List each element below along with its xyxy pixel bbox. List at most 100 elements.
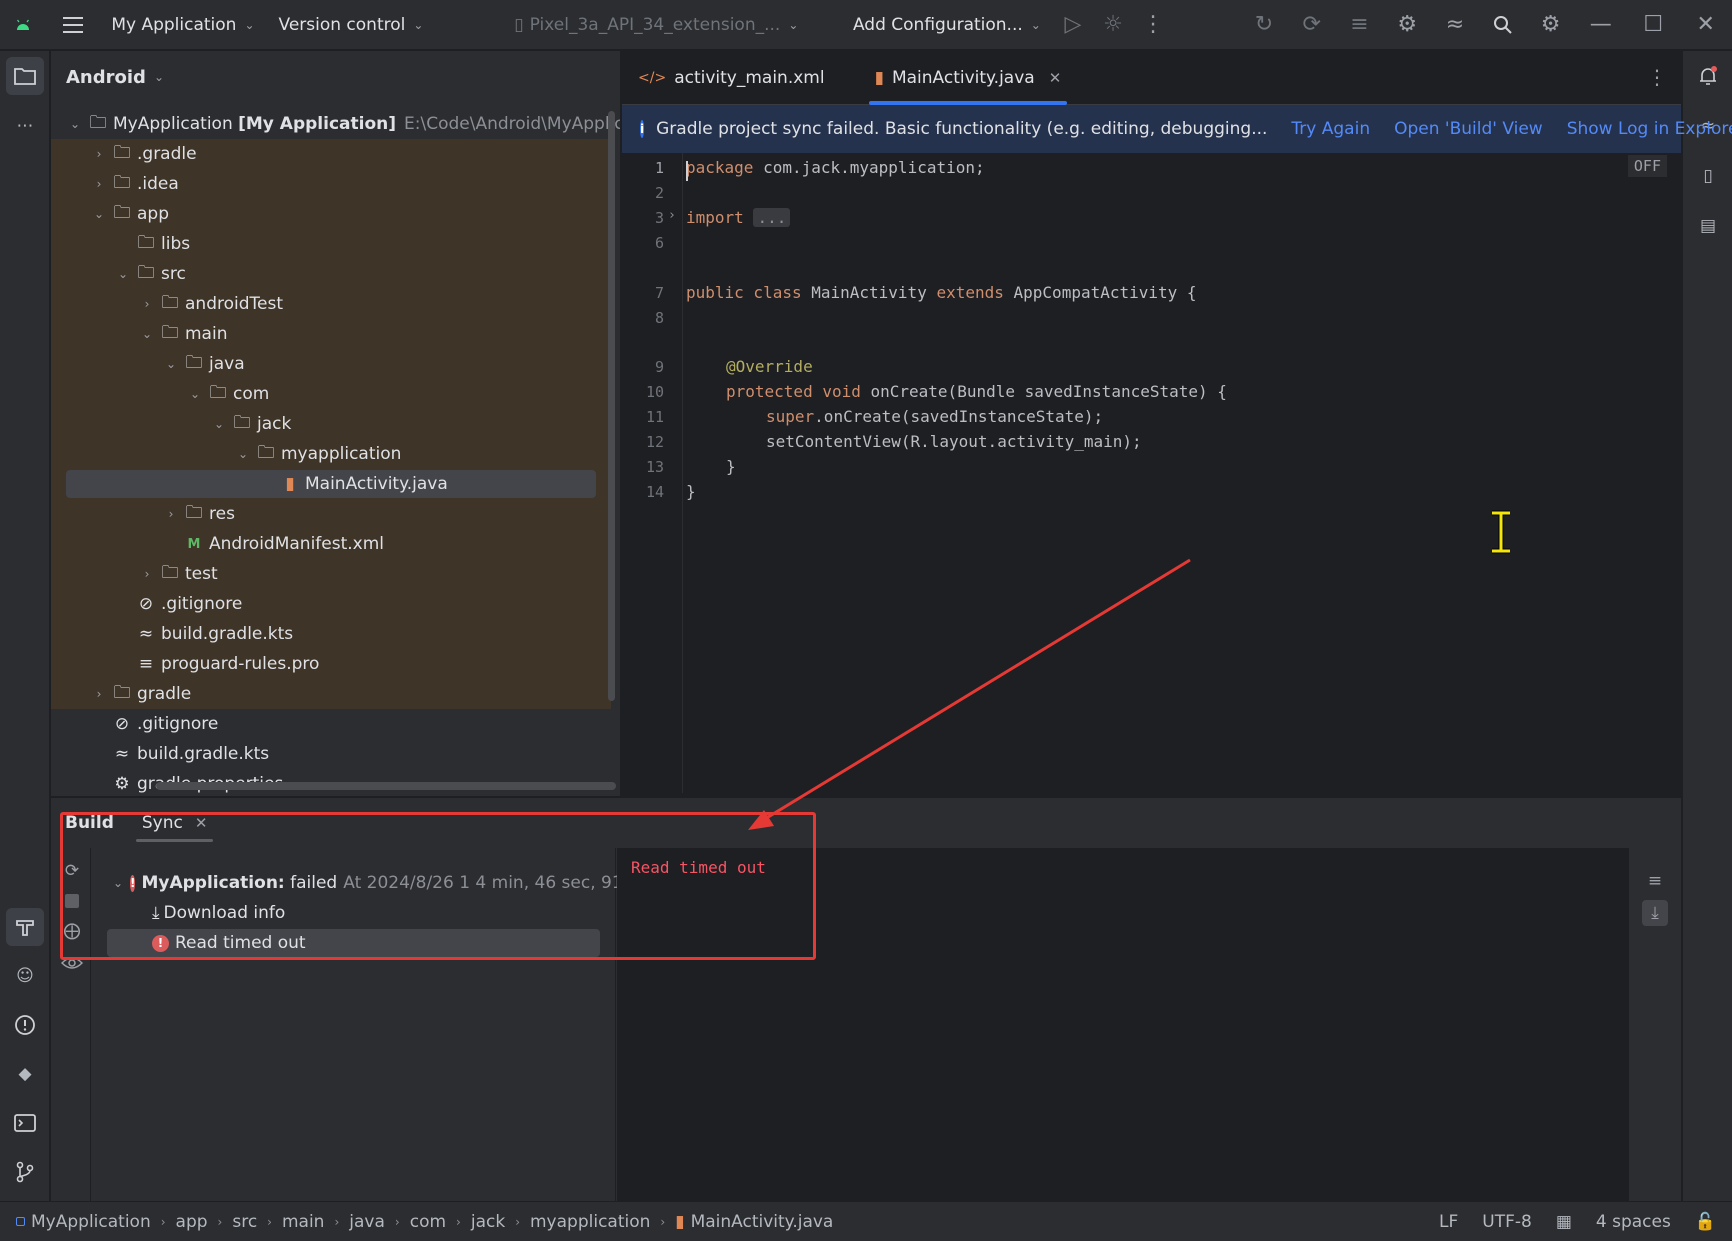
search-icon[interactable]: [1479, 0, 1527, 50]
build-tree-root[interactable]: ⌄ ! MyApplication: failed At 2024/8/26 1…: [92, 868, 664, 898]
open-build-view-link[interactable]: Open 'Build' View: [1394, 119, 1543, 139]
more-actions-icon[interactable]: ⋮: [1133, 0, 1173, 50]
tree-node[interactable]: ⌄ 🗀 app: [51, 199, 611, 229]
run-icon[interactable]: ▷: [1053, 0, 1093, 50]
tree-node[interactable]: › 🗀 androidTest: [51, 289, 611, 319]
lock-icon[interactable]: 🔓: [1695, 1212, 1716, 1232]
breadcrumb-item[interactable]: src: [232, 1212, 257, 1232]
breadcrumb-item[interactable]: MyApplication: [31, 1212, 151, 1232]
tree-node[interactable]: ≈ build.gradle.kts: [51, 739, 611, 769]
code-editor[interactable]: OFF 1 2 3 › 6 7 8 9 10 11 12 13 14 packa…: [622, 153, 1681, 793]
tree-node[interactable]: ⌄ 🗀 src: [51, 259, 611, 289]
breadcrumb-item[interactable]: jack: [471, 1212, 505, 1232]
line-separator-indicator[interactable]: LF: [1439, 1212, 1458, 1232]
module-square-icon: [16, 1217, 25, 1226]
chevron-right-icon: ›: [168, 507, 174, 521]
attach-debugger-icon[interactable]: ⚙: [1383, 0, 1431, 50]
build-hammer-icon[interactable]: [6, 908, 44, 946]
chevron-right-icon: ›: [96, 147, 102, 161]
indent-indicator[interactable]: 4 spaces: [1596, 1212, 1671, 1232]
problems-icon[interactable]: [6, 1006, 44, 1044]
folder-icon: 🗀: [257, 442, 275, 463]
git-branch-icon[interactable]: [6, 1153, 44, 1191]
chevron-right-icon: ›: [217, 1214, 223, 1229]
gradle-sync-icon[interactable]: ≈: [1431, 0, 1479, 50]
build-tree-item[interactable]: ⤓ Download info: [92, 898, 616, 928]
encoding-indicator[interactable]: UTF-8: [1482, 1212, 1532, 1232]
tree-node[interactable]: › 🗀 res: [51, 499, 611, 529]
project-folder-icon[interactable]: [6, 57, 44, 95]
tree-node[interactable]: ⌄ 🗀 main: [51, 319, 611, 349]
more-tool-windows-icon[interactable]: ⋯: [6, 107, 44, 145]
tree-node[interactable]: › 🗀 .gradle: [51, 139, 611, 169]
build-output-console[interactable]: Read timed out: [617, 848, 1629, 1202]
tree-node[interactable]: ⌄ 🗀 jack: [51, 409, 611, 439]
code-line: setContentView(R.layout.activity_main);: [766, 432, 1142, 451]
close-tab-icon[interactable]: ✕: [1049, 69, 1062, 87]
breadcrumb-item[interactable]: myapplication: [530, 1212, 650, 1232]
tree-node[interactable]: ⊘ .gitignore: [51, 709, 611, 739]
tab-mainactivity-java[interactable]: ▮ MainActivity.java ✕: [859, 51, 1078, 105]
more-tabs-icon[interactable]: ⋮: [1647, 65, 1667, 89]
device-manager-icon[interactable]: ▯: [1689, 157, 1727, 195]
minimize-icon[interactable]: —: [1574, 0, 1627, 50]
tree-node-root[interactable]: ⌄ 🗀 MyApplication [My Application] E:\Co…: [51, 109, 620, 139]
settings-gear-icon[interactable]: ⚙: [1527, 0, 1575, 50]
breadcrumb-item[interactable]: java: [349, 1212, 385, 1232]
tree-node[interactable]: ≈ build.gradle.kts: [51, 619, 611, 649]
main-menu-icon[interactable]: [46, 0, 99, 50]
tree-node[interactable]: ⊘ .gitignore: [51, 589, 611, 619]
tree-node[interactable]: ⌄ 🗀 java: [51, 349, 611, 379]
project-selector[interactable]: My Application ⌄: [99, 0, 266, 50]
logcat-icon[interactable]: ☺: [6, 957, 44, 995]
tree-node[interactable]: ≡ proguard-rules.pro: [51, 649, 611, 679]
folded-imports[interactable]: ...: [753, 208, 791, 227]
tree-node[interactable]: 🗀 libs: [51, 229, 611, 259]
soft-wrap-icon[interactable]: ≡: [1642, 868, 1668, 894]
tree-node[interactable]: ⌄ 🗀 myapplication: [51, 439, 611, 469]
breadcrumb-item[interactable]: main: [282, 1212, 324, 1232]
vcs-selector[interactable]: Version control ⌄: [267, 0, 436, 50]
device-selector[interactable]: ▯ Pixel_3a_API_34_extension_... ⌄: [502, 0, 810, 50]
fold-chevron-icon[interactable]: ›: [668, 208, 676, 223]
pin-icon[interactable]: ⨁: [59, 918, 85, 944]
chevron-right-icon: ›: [96, 687, 102, 701]
notifications-bell-icon[interactable]: [1689, 57, 1727, 95]
breadcrumb-item[interactable]: com: [410, 1212, 446, 1232]
stop-icon[interactable]: [59, 888, 85, 914]
readonly-toggle-icon[interactable]: ▦: [1556, 1212, 1572, 1232]
chevron-down-icon: ⌄: [141, 327, 153, 341]
device-explorer-icon[interactable]: ▤: [1689, 207, 1727, 245]
tree-node[interactable]: › 🗀 test: [51, 559, 611, 589]
eye-icon[interactable]: [59, 950, 85, 976]
vertical-scrollbar[interactable]: [608, 111, 615, 701]
inspection-off-badge[interactable]: OFF: [1627, 155, 1667, 177]
apply-code-changes-icon[interactable]: ⟳: [1288, 0, 1336, 50]
rerun-sync-icon[interactable]: ⟳: [59, 858, 85, 884]
horizontal-scrollbar[interactable]: [156, 782, 616, 790]
scroll-to-end-icon[interactable]: ⤓: [1642, 900, 1668, 926]
close-tab-icon[interactable]: ✕: [195, 814, 208, 832]
terminal-icon[interactable]: [6, 1104, 44, 1142]
show-log-link[interactable]: Show Log in Explorer: [1567, 119, 1732, 139]
breadcrumb-item[interactable]: MainActivity.java: [691, 1212, 834, 1232]
project-view-selector[interactable]: Android ⌄: [51, 51, 620, 103]
tree-node[interactable]: ⌄ 🗀 com: [51, 379, 611, 409]
tree-node-selected[interactable]: ▮ MainActivity.java: [51, 469, 611, 499]
run-configuration-selector[interactable]: Add Configuration... ⌄: [841, 0, 1053, 50]
tree-node[interactable]: › 🗀 .idea: [51, 169, 611, 199]
maximize-icon[interactable]: ☐: [1627, 0, 1680, 50]
tree-node[interactable]: M AndroidManifest.xml: [51, 529, 611, 559]
tab-activity-main-xml[interactable]: </> activity_main.xml: [622, 51, 841, 105]
code-line: protected void onCreate(Bundle savedInst…: [726, 382, 1227, 401]
tree-node[interactable]: › 🗀 gradle: [51, 679, 611, 709]
sync-list-icon[interactable]: ≡: [1336, 0, 1384, 50]
close-window-icon[interactable]: ✕: [1680, 0, 1732, 50]
try-again-link[interactable]: Try Again: [1291, 119, 1370, 139]
apply-changes-icon[interactable]: ↻: [1240, 0, 1288, 50]
breadcrumb-item[interactable]: app: [176, 1212, 208, 1232]
app-quality-gem-icon[interactable]: ◆: [6, 1055, 44, 1093]
tab-sync[interactable]: Sync ✕: [128, 798, 222, 848]
build-tree-item-selected[interactable]: ! Read timed out: [92, 928, 616, 958]
debug-icon[interactable]: ☼: [1093, 0, 1133, 50]
